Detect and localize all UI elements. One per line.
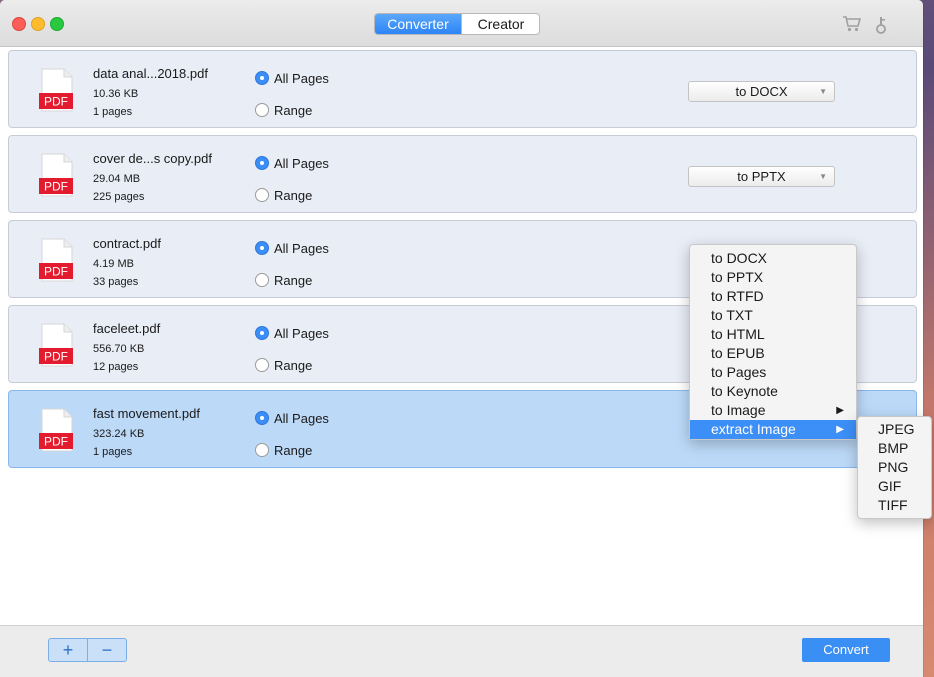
cart-icon[interactable] bbox=[842, 15, 862, 36]
bottom-bar: + − Convert bbox=[0, 625, 923, 677]
all-pages-radio[interactable] bbox=[255, 326, 269, 340]
menu-item-label: to TXT bbox=[711, 307, 753, 323]
pdf-badge-label: PDF bbox=[44, 435, 68, 449]
file-size: 556.70 KB bbox=[93, 343, 145, 355]
menu-item[interactable]: to Keynote bbox=[690, 382, 856, 401]
pdf-badge-label: PDF bbox=[44, 180, 68, 194]
pdf-file-icon: PDF bbox=[38, 323, 76, 367]
menu-item[interactable]: to Pages bbox=[690, 363, 856, 382]
menu-item[interactable]: to PPTX bbox=[690, 268, 856, 287]
range-label[interactable]: Range bbox=[274, 443, 312, 458]
zoom-window-button[interactable] bbox=[50, 17, 64, 31]
range-label[interactable]: Range bbox=[274, 358, 312, 373]
file-size: 4.19 MB bbox=[93, 258, 134, 270]
menu-item-label: to Image bbox=[711, 402, 766, 418]
file-name: faceleet.pdf bbox=[93, 321, 161, 336]
format-dropdown-menu: to DOCX to PPTX to RTFD to TXT to HTML to EPU… bbox=[689, 244, 857, 440]
menu-item-label: extract Image bbox=[711, 421, 796, 437]
all-pages-radio[interactable] bbox=[255, 241, 269, 255]
file-size: 323.24 KB bbox=[93, 428, 145, 440]
title-bar: Converter Creator bbox=[0, 0, 923, 47]
key-icon[interactable] bbox=[874, 15, 888, 38]
all-pages-radio[interactable] bbox=[255, 156, 269, 170]
file-page-count: 12 pages bbox=[93, 361, 139, 373]
file-page-count: 1 pages bbox=[93, 446, 133, 458]
remove-file-button[interactable]: − bbox=[88, 639, 126, 661]
range-label[interactable]: Range bbox=[274, 103, 312, 118]
menu-item-label: to HTML bbox=[711, 326, 765, 342]
mode-segmented-control: Converter Creator bbox=[374, 13, 540, 35]
chevron-down-icon: ▼ bbox=[819, 172, 827, 181]
all-pages-label[interactable]: All Pages bbox=[274, 241, 329, 256]
add-file-button[interactable]: + bbox=[49, 639, 87, 661]
close-window-button[interactable] bbox=[12, 17, 26, 31]
all-pages-radio[interactable] bbox=[255, 71, 269, 85]
menu-item-label: to PPTX bbox=[711, 269, 764, 285]
pdf-file-icon: PDF bbox=[38, 238, 76, 282]
menu-item-label: to Pages bbox=[711, 364, 767, 380]
file-size: 10.36 KB bbox=[93, 88, 139, 100]
tab-converter[interactable]: Converter bbox=[375, 14, 461, 34]
range-radio[interactable] bbox=[255, 103, 269, 117]
menu-item[interactable]: to Image ▶ bbox=[690, 401, 856, 420]
menu-item-label: to EPUB bbox=[711, 345, 765, 361]
chevron-down-icon: ▼ bbox=[819, 87, 827, 96]
submenu-arrow-icon: ▶ bbox=[836, 424, 844, 435]
output-format-label: to DOCX bbox=[735, 84, 788, 99]
minimize-window-button[interactable] bbox=[31, 17, 45, 31]
pdf-badge-label: PDF bbox=[44, 95, 68, 109]
range-label[interactable]: Range bbox=[274, 188, 312, 203]
file-page-count: 1 pages bbox=[93, 106, 133, 118]
file-row[interactable]: PDF cover de...s copy.pdf 29.04 MB 225 p… bbox=[8, 135, 917, 213]
menu-item-label: to Keynote bbox=[711, 383, 778, 399]
file-name: data anal...2018.pdf bbox=[93, 66, 208, 81]
submenu-item[interactable]: BMP bbox=[858, 439, 931, 458]
output-format-popup[interactable]: to PPTX ▼ bbox=[688, 166, 835, 187]
submenu-item[interactable]: JPEG bbox=[858, 420, 931, 439]
menu-item-label: to RTFD bbox=[711, 288, 764, 304]
menu-item[interactable]: to EPUB bbox=[690, 344, 856, 363]
menu-item[interactable]: to TXT bbox=[690, 306, 856, 325]
submenu-item[interactable]: GIF bbox=[858, 477, 931, 496]
menu-item[interactable]: to HTML bbox=[690, 325, 856, 344]
all-pages-label[interactable]: All Pages bbox=[274, 71, 329, 86]
pdf-file-icon: PDF bbox=[38, 68, 76, 112]
range-radio[interactable] bbox=[255, 188, 269, 202]
pdf-file-icon: PDF bbox=[38, 408, 76, 452]
menu-item[interactable]: to RTFD bbox=[690, 287, 856, 306]
all-pages-radio[interactable] bbox=[255, 411, 269, 425]
file-name: contract.pdf bbox=[93, 236, 161, 251]
file-page-count: 225 pages bbox=[93, 191, 145, 203]
range-label[interactable]: Range bbox=[274, 273, 312, 288]
file-size: 29.04 MB bbox=[93, 173, 141, 185]
menu-item[interactable]: extract Image ▶ bbox=[690, 420, 856, 439]
all-pages-label[interactable]: All Pages bbox=[274, 411, 329, 426]
all-pages-label[interactable]: All Pages bbox=[274, 326, 329, 341]
submenu-item[interactable]: TIFF bbox=[858, 496, 931, 515]
range-radio[interactable] bbox=[255, 358, 269, 372]
range-radio[interactable] bbox=[255, 273, 269, 287]
file-page-count: 33 pages bbox=[93, 276, 139, 288]
file-name: fast movement.pdf bbox=[93, 406, 200, 421]
all-pages-label[interactable]: All Pages bbox=[274, 156, 329, 171]
add-remove-control: + − bbox=[48, 638, 127, 662]
output-format-popup[interactable]: to DOCX ▼ bbox=[688, 81, 835, 102]
pdf-badge-label: PDF bbox=[44, 350, 68, 364]
extract-image-submenu: JPEG BMP PNG GIF TIFF bbox=[857, 416, 932, 519]
pdf-badge-label: PDF bbox=[44, 265, 68, 279]
pdf-file-icon: PDF bbox=[38, 153, 76, 197]
convert-button[interactable]: Convert bbox=[802, 638, 890, 662]
file-name: cover de...s copy.pdf bbox=[93, 151, 212, 166]
range-radio[interactable] bbox=[255, 443, 269, 457]
output-format-label: to PPTX bbox=[737, 169, 786, 184]
tab-creator[interactable]: Creator bbox=[461, 14, 539, 34]
submenu-arrow-icon: ▶ bbox=[836, 405, 844, 416]
submenu-item[interactable]: PNG bbox=[858, 458, 931, 477]
menu-item-label: to DOCX bbox=[711, 250, 768, 266]
file-row[interactable]: PDF data anal...2018.pdf 10.36 KB 1 page… bbox=[8, 50, 917, 128]
menu-item[interactable]: to DOCX bbox=[690, 249, 856, 268]
